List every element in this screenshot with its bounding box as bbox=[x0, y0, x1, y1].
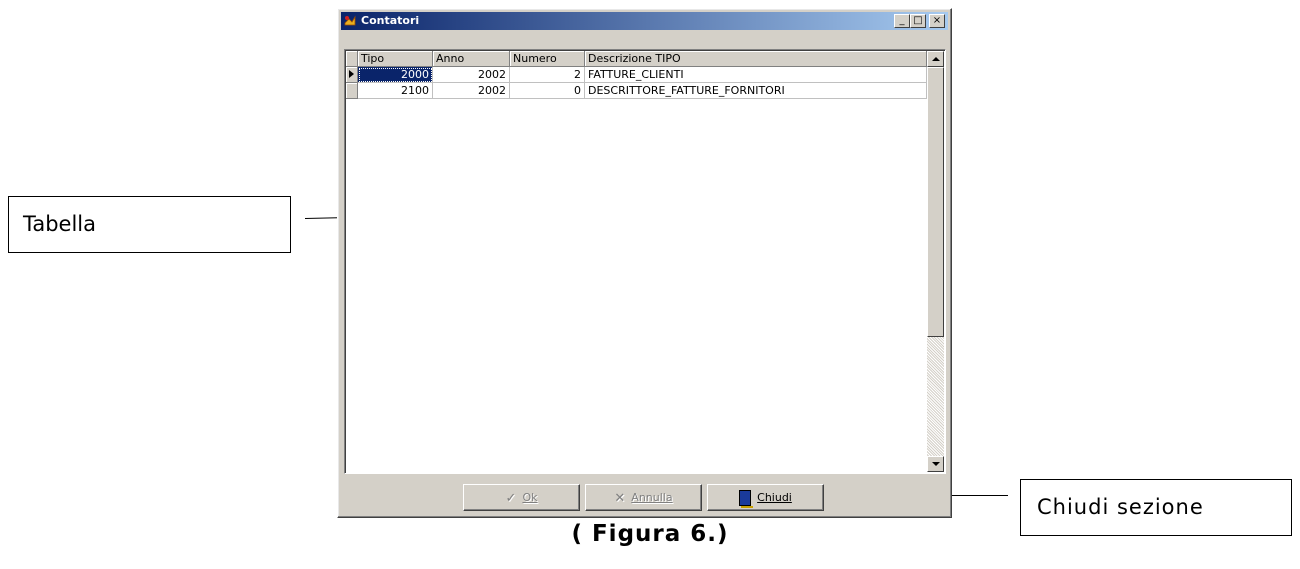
column-header-tipo[interactable]: Tipo bbox=[358, 51, 433, 67]
cell-anno[interactable]: 2002 bbox=[433, 67, 510, 83]
ok-button[interactable]: ✓ Ok bbox=[463, 484, 580, 511]
close-button[interactable]: × bbox=[929, 14, 945, 28]
column-header-descrizione[interactable]: Descrizione TIPO bbox=[585, 51, 927, 67]
cell-anno[interactable]: 2002 bbox=[433, 83, 510, 99]
vertical-scrollbar[interactable] bbox=[927, 51, 944, 472]
figure-caption: ( Figura 6.) bbox=[571, 521, 729, 547]
cell-descrizione[interactable]: FATTURE_CLIENTI bbox=[585, 67, 927, 83]
ok-button-label: Ok bbox=[522, 491, 538, 504]
cell-numero[interactable]: 2 bbox=[510, 67, 585, 83]
callout-tabella: Tabella bbox=[8, 196, 291, 253]
scrollbar-thumb[interactable] bbox=[927, 67, 944, 337]
app-icon bbox=[343, 14, 357, 28]
arrow-down-icon bbox=[932, 462, 940, 466]
cross-icon: ✕ bbox=[614, 490, 626, 506]
table-body: 2000 2002 2 FATTURE_CLIENTI 2100 2002 0 … bbox=[346, 67, 927, 99]
row-indicator[interactable] bbox=[346, 83, 358, 99]
annulla-button[interactable]: ✕ Annulla bbox=[585, 484, 702, 511]
cell-numero[interactable]: 0 bbox=[510, 83, 585, 99]
window-title: Contatori bbox=[361, 14, 420, 27]
table-row[interactable]: 2000 2002 2 FATTURE_CLIENTI bbox=[346, 67, 927, 83]
cell-tipo[interactable]: 2000 bbox=[358, 67, 433, 83]
door-icon bbox=[739, 490, 754, 508]
chiudi-button-label: Chiudi bbox=[757, 491, 792, 504]
minimize-button[interactable]: _ bbox=[894, 14, 910, 28]
current-row-arrow-icon bbox=[349, 70, 354, 78]
chiudi-button[interactable]: Chiudi bbox=[707, 484, 824, 511]
header-indicator-cell bbox=[346, 51, 358, 67]
cell-tipo[interactable]: 2100 bbox=[358, 83, 433, 99]
table-header: Tipo Anno Numero Descrizione TIPO bbox=[346, 51, 927, 67]
annulla-button-label: Annulla bbox=[631, 491, 673, 504]
scroll-down-button[interactable] bbox=[927, 456, 944, 472]
table-row[interactable]: 2100 2002 0 DESCRITTORE_FATTURE_FORNITOR… bbox=[346, 83, 927, 99]
contatori-table[interactable]: Tipo Anno Numero Descrizione TIPO 2000 2… bbox=[344, 49, 946, 474]
row-indicator[interactable] bbox=[346, 67, 358, 83]
maximize-button[interactable]: □ bbox=[910, 14, 926, 28]
scroll-up-button[interactable] bbox=[927, 51, 944, 67]
column-header-anno[interactable]: Anno bbox=[433, 51, 510, 67]
title-bar[interactable]: Contatori _ □ × bbox=[341, 12, 948, 30]
check-icon: ✓ bbox=[505, 490, 517, 506]
contatori-window: Contatori _ □ × Tipo Anno Numero Descriz… bbox=[337, 8, 952, 518]
arrow-up-icon bbox=[932, 57, 940, 61]
cell-descrizione[interactable]: DESCRITTORE_FATTURE_FORNITORI bbox=[585, 83, 927, 99]
column-header-numero[interactable]: Numero bbox=[510, 51, 585, 67]
